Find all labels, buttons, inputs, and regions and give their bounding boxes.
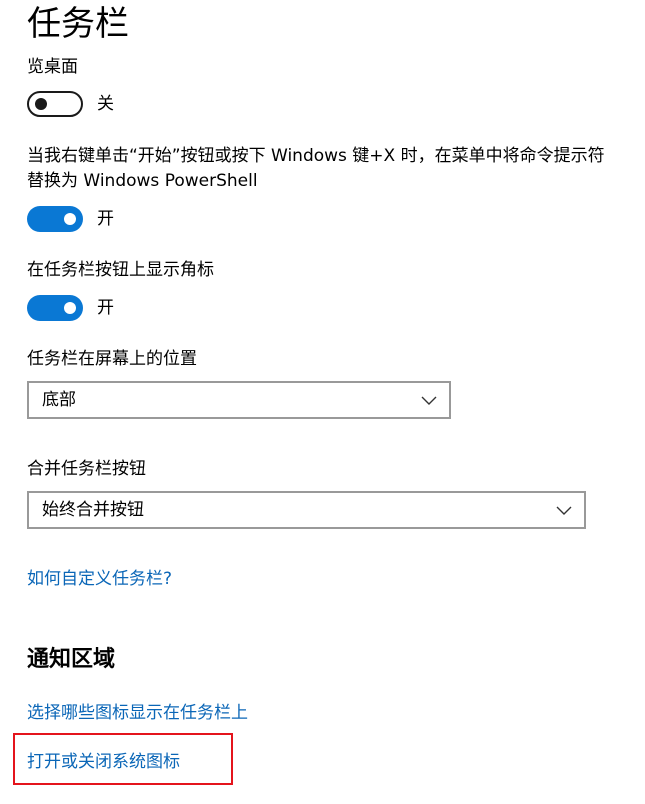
powershell-label: 当我右键单击“开始”按钮或按下 Windows 键+X 时，在菜单中将命令提示符… (27, 146, 605, 191)
powershell-setting: 开 (27, 206, 114, 232)
combine-dropdown-value: 始终合并按钮 (42, 500, 144, 520)
powershell-state: 开 (97, 209, 114, 229)
combine-dropdown[interactable]: 始终合并按钮 (27, 491, 586, 529)
combine-label: 合并任务栏按钮 (27, 459, 146, 479)
desktop-preview-label: 览桌面 (27, 57, 78, 77)
position-label: 任务栏在屏幕上的位置 (27, 349, 197, 369)
position-dropdown[interactable]: 底部 (27, 381, 451, 419)
chevron-down-icon (421, 396, 437, 405)
toggle-knob (35, 98, 47, 110)
desktop-preview-state: 关 (97, 94, 114, 114)
desktop-preview-setting: 关 (27, 91, 114, 117)
toggle-knob (64, 302, 76, 314)
powershell-toggle[interactable] (27, 206, 83, 232)
toggle-knob (64, 213, 76, 225)
customize-taskbar-link[interactable]: 如何自定义任务栏? (27, 566, 172, 592)
desktop-preview-toggle[interactable] (27, 91, 83, 117)
badges-toggle[interactable] (27, 295, 83, 321)
select-icons-link[interactable]: 选择哪些图标显示在任务栏上 (27, 700, 248, 726)
badges-state: 开 (97, 298, 114, 318)
badges-setting: 开 (27, 295, 114, 321)
chevron-down-icon (556, 506, 572, 515)
badges-label: 在任务栏按钮上显示角标 (27, 260, 214, 280)
page-title: 任务栏 (27, 4, 129, 44)
position-dropdown-value: 底部 (42, 390, 76, 410)
highlight-annotation-box (13, 733, 233, 785)
notification-area-title: 通知区域 (27, 647, 116, 672)
